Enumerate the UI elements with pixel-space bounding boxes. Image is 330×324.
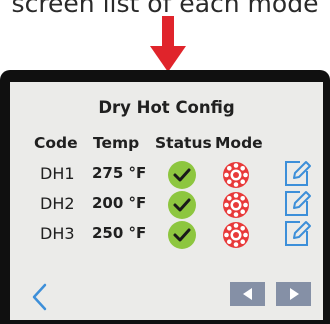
- check-circle-icon: [168, 191, 196, 219]
- dry-hot-mode-icon: [223, 192, 249, 218]
- previous-page-icon: [242, 288, 252, 300]
- check-circle-icon: [168, 161, 196, 189]
- previous-page-button[interactable]: [230, 282, 265, 306]
- table-row[interactable]: DH2 200 °F: [10, 190, 323, 220]
- header-mode: Mode: [215, 134, 263, 152]
- row-code: DH3: [40, 224, 75, 243]
- table-row[interactable]: DH3 250 °F: [10, 220, 323, 250]
- dry-hot-mode-icon: [223, 162, 249, 188]
- screen-title: Dry Hot Config: [98, 98, 235, 117]
- row-temp: 200 °F: [92, 194, 147, 212]
- header-status: Status: [155, 134, 212, 152]
- row-temp: 250 °F: [92, 224, 147, 242]
- table-row[interactable]: DH1 275 °F: [10, 160, 323, 190]
- device-screen: Dry Hot Config Code Temp Status Mode DH1…: [10, 82, 323, 320]
- edit-pencil-icon[interactable]: [282, 188, 312, 218]
- next-page-button[interactable]: [276, 282, 311, 306]
- header-code: Code: [34, 134, 78, 152]
- chevron-left-icon[interactable]: [28, 282, 52, 312]
- row-code: DH1: [40, 164, 75, 183]
- dry-hot-mode-icon: [223, 222, 249, 248]
- header-temp: Temp: [93, 134, 140, 152]
- check-circle-icon: [168, 221, 196, 249]
- next-page-icon: [289, 288, 299, 300]
- edit-pencil-icon[interactable]: [282, 158, 312, 188]
- row-code: DH2: [40, 194, 75, 213]
- row-temp: 275 °F: [92, 164, 147, 182]
- down-arrow-icon: [150, 16, 186, 72]
- edit-pencil-icon[interactable]: [282, 218, 312, 248]
